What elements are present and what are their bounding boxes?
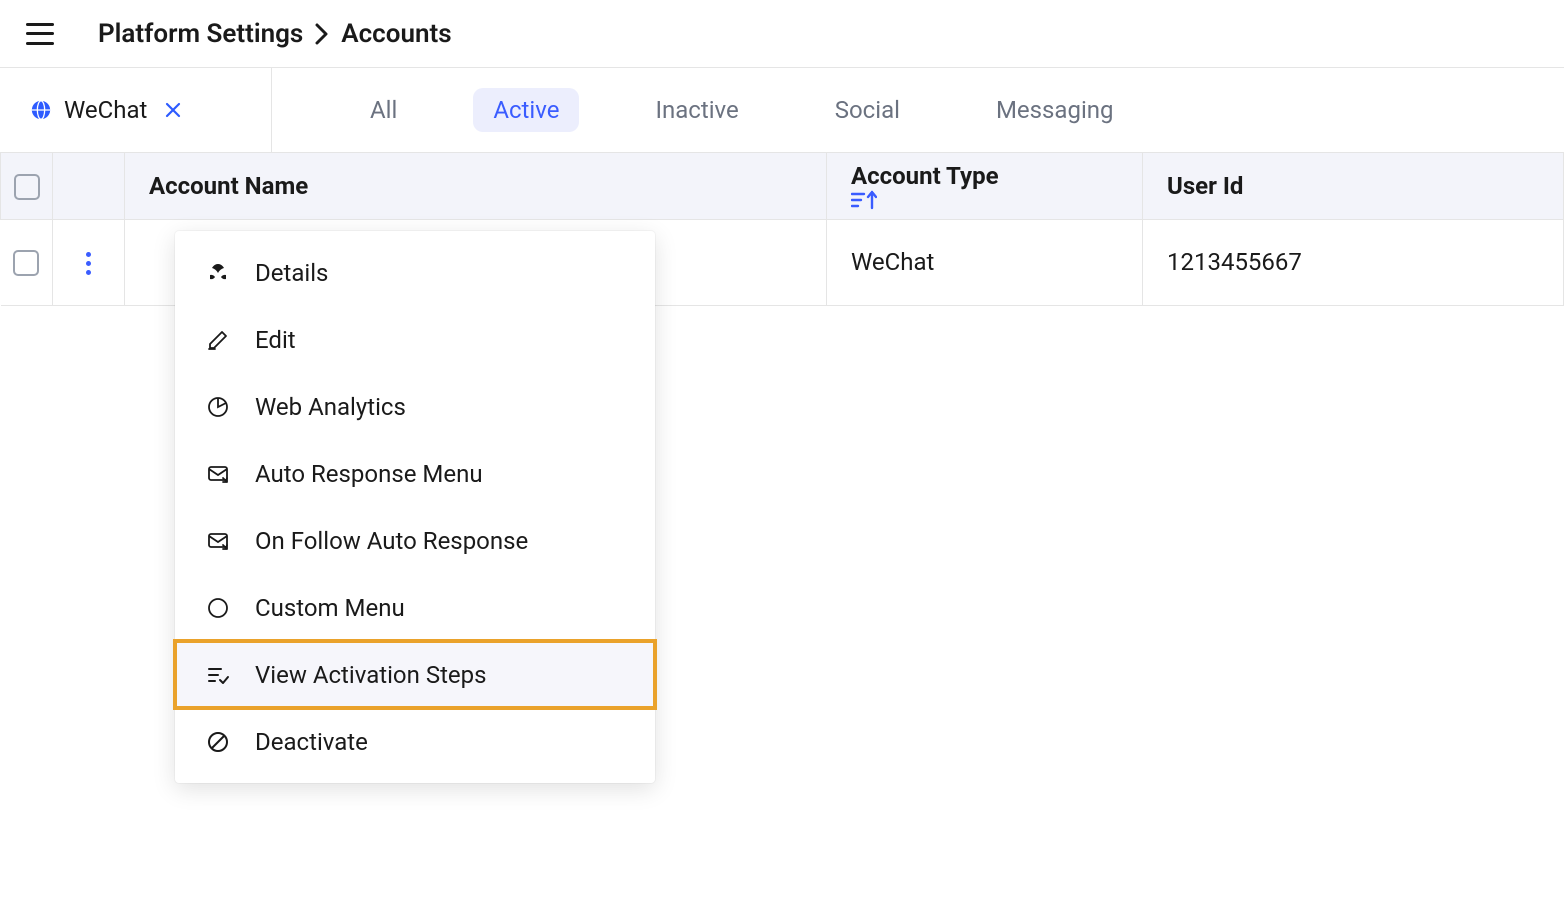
details-icon	[205, 260, 231, 286]
deactivate-icon	[205, 729, 231, 755]
menu-item-custom-menu[interactable]: Custom Menu	[175, 574, 655, 641]
analytics-icon	[205, 394, 231, 420]
row-actions-dropdown: Details Edit Web Analytics Auto Response…	[175, 231, 655, 783]
menu-item-details[interactable]: Details	[175, 239, 655, 306]
menu-item-label: Edit	[255, 326, 296, 354]
menu-item-label: Web Analytics	[255, 393, 406, 421]
menu-item-label: On Follow Auto Response	[255, 527, 528, 555]
breadcrumb: Platform Settings Accounts	[98, 19, 452, 49]
steps-icon	[205, 662, 231, 688]
header-account-type[interactable]: Account Type	[827, 153, 1143, 219]
cell-user-id: 1213455667	[1143, 219, 1564, 305]
tab-inactive[interactable]: Inactive	[635, 88, 758, 132]
menu-item-label: Details	[255, 259, 328, 287]
breadcrumb-current[interactable]: Accounts	[341, 19, 451, 49]
menu-item-auto-response[interactable]: Auto Response Menu	[175, 440, 655, 507]
menu-item-label: Deactivate	[255, 728, 368, 756]
header-account-name[interactable]: Account Name	[125, 153, 827, 219]
auto-response-icon	[205, 461, 231, 487]
filter-chip-label: WeChat	[64, 96, 147, 124]
table-wrap: Account Name Account Type User Id	[0, 153, 1564, 306]
menu-item-label: Auto Response Menu	[255, 460, 483, 488]
header-user-id[interactable]: User Id	[1143, 153, 1564, 219]
filter-chip-wechat: WeChat	[30, 96, 181, 124]
subbar: WeChat All Active Inactive Social Messag…	[0, 68, 1564, 153]
tab-active[interactable]: Active	[473, 88, 579, 132]
filter-chip-area: WeChat	[0, 68, 272, 152]
globe-icon	[30, 99, 52, 121]
topbar: Platform Settings Accounts	[0, 0, 1564, 68]
menu-item-label: Custom Menu	[255, 594, 405, 622]
hamburger-menu-icon[interactable]	[26, 23, 54, 45]
close-icon[interactable]	[165, 102, 181, 118]
row-actions-cell	[53, 219, 125, 305]
header-account-type-label: Account Type	[851, 162, 999, 190]
breadcrumb-parent[interactable]: Platform Settings	[98, 19, 303, 49]
menu-item-label: View Activation Steps	[255, 661, 487, 689]
tab-all[interactable]: All	[350, 88, 417, 132]
menu-item-view-activation-steps[interactable]: View Activation Steps	[175, 641, 655, 708]
tab-social[interactable]: Social	[815, 88, 920, 132]
header-checkbox-cell	[1, 153, 53, 219]
menu-item-edit[interactable]: Edit	[175, 306, 655, 373]
row-actions-menu-icon[interactable]	[86, 252, 91, 275]
chevron-right-icon	[315, 23, 329, 45]
tab-messaging[interactable]: Messaging	[976, 88, 1134, 132]
menu-item-web-analytics[interactable]: Web Analytics	[175, 373, 655, 440]
custom-menu-icon	[205, 595, 231, 621]
edit-icon	[205, 327, 231, 353]
cell-account-type: WeChat	[827, 219, 1143, 305]
menu-item-follow-auto-response[interactable]: On Follow Auto Response	[175, 507, 655, 574]
header-actions-cell	[53, 153, 125, 219]
row-checkbox-cell	[1, 219, 53, 305]
menu-item-deactivate[interactable]: Deactivate	[175, 708, 655, 775]
filter-tabs: All Active Inactive Social Messaging	[272, 68, 1134, 152]
sort-asc-icon[interactable]	[851, 190, 1118, 210]
row-checkbox[interactable]	[13, 250, 39, 276]
follow-response-icon	[205, 528, 231, 554]
select-all-checkbox[interactable]	[14, 174, 40, 200]
